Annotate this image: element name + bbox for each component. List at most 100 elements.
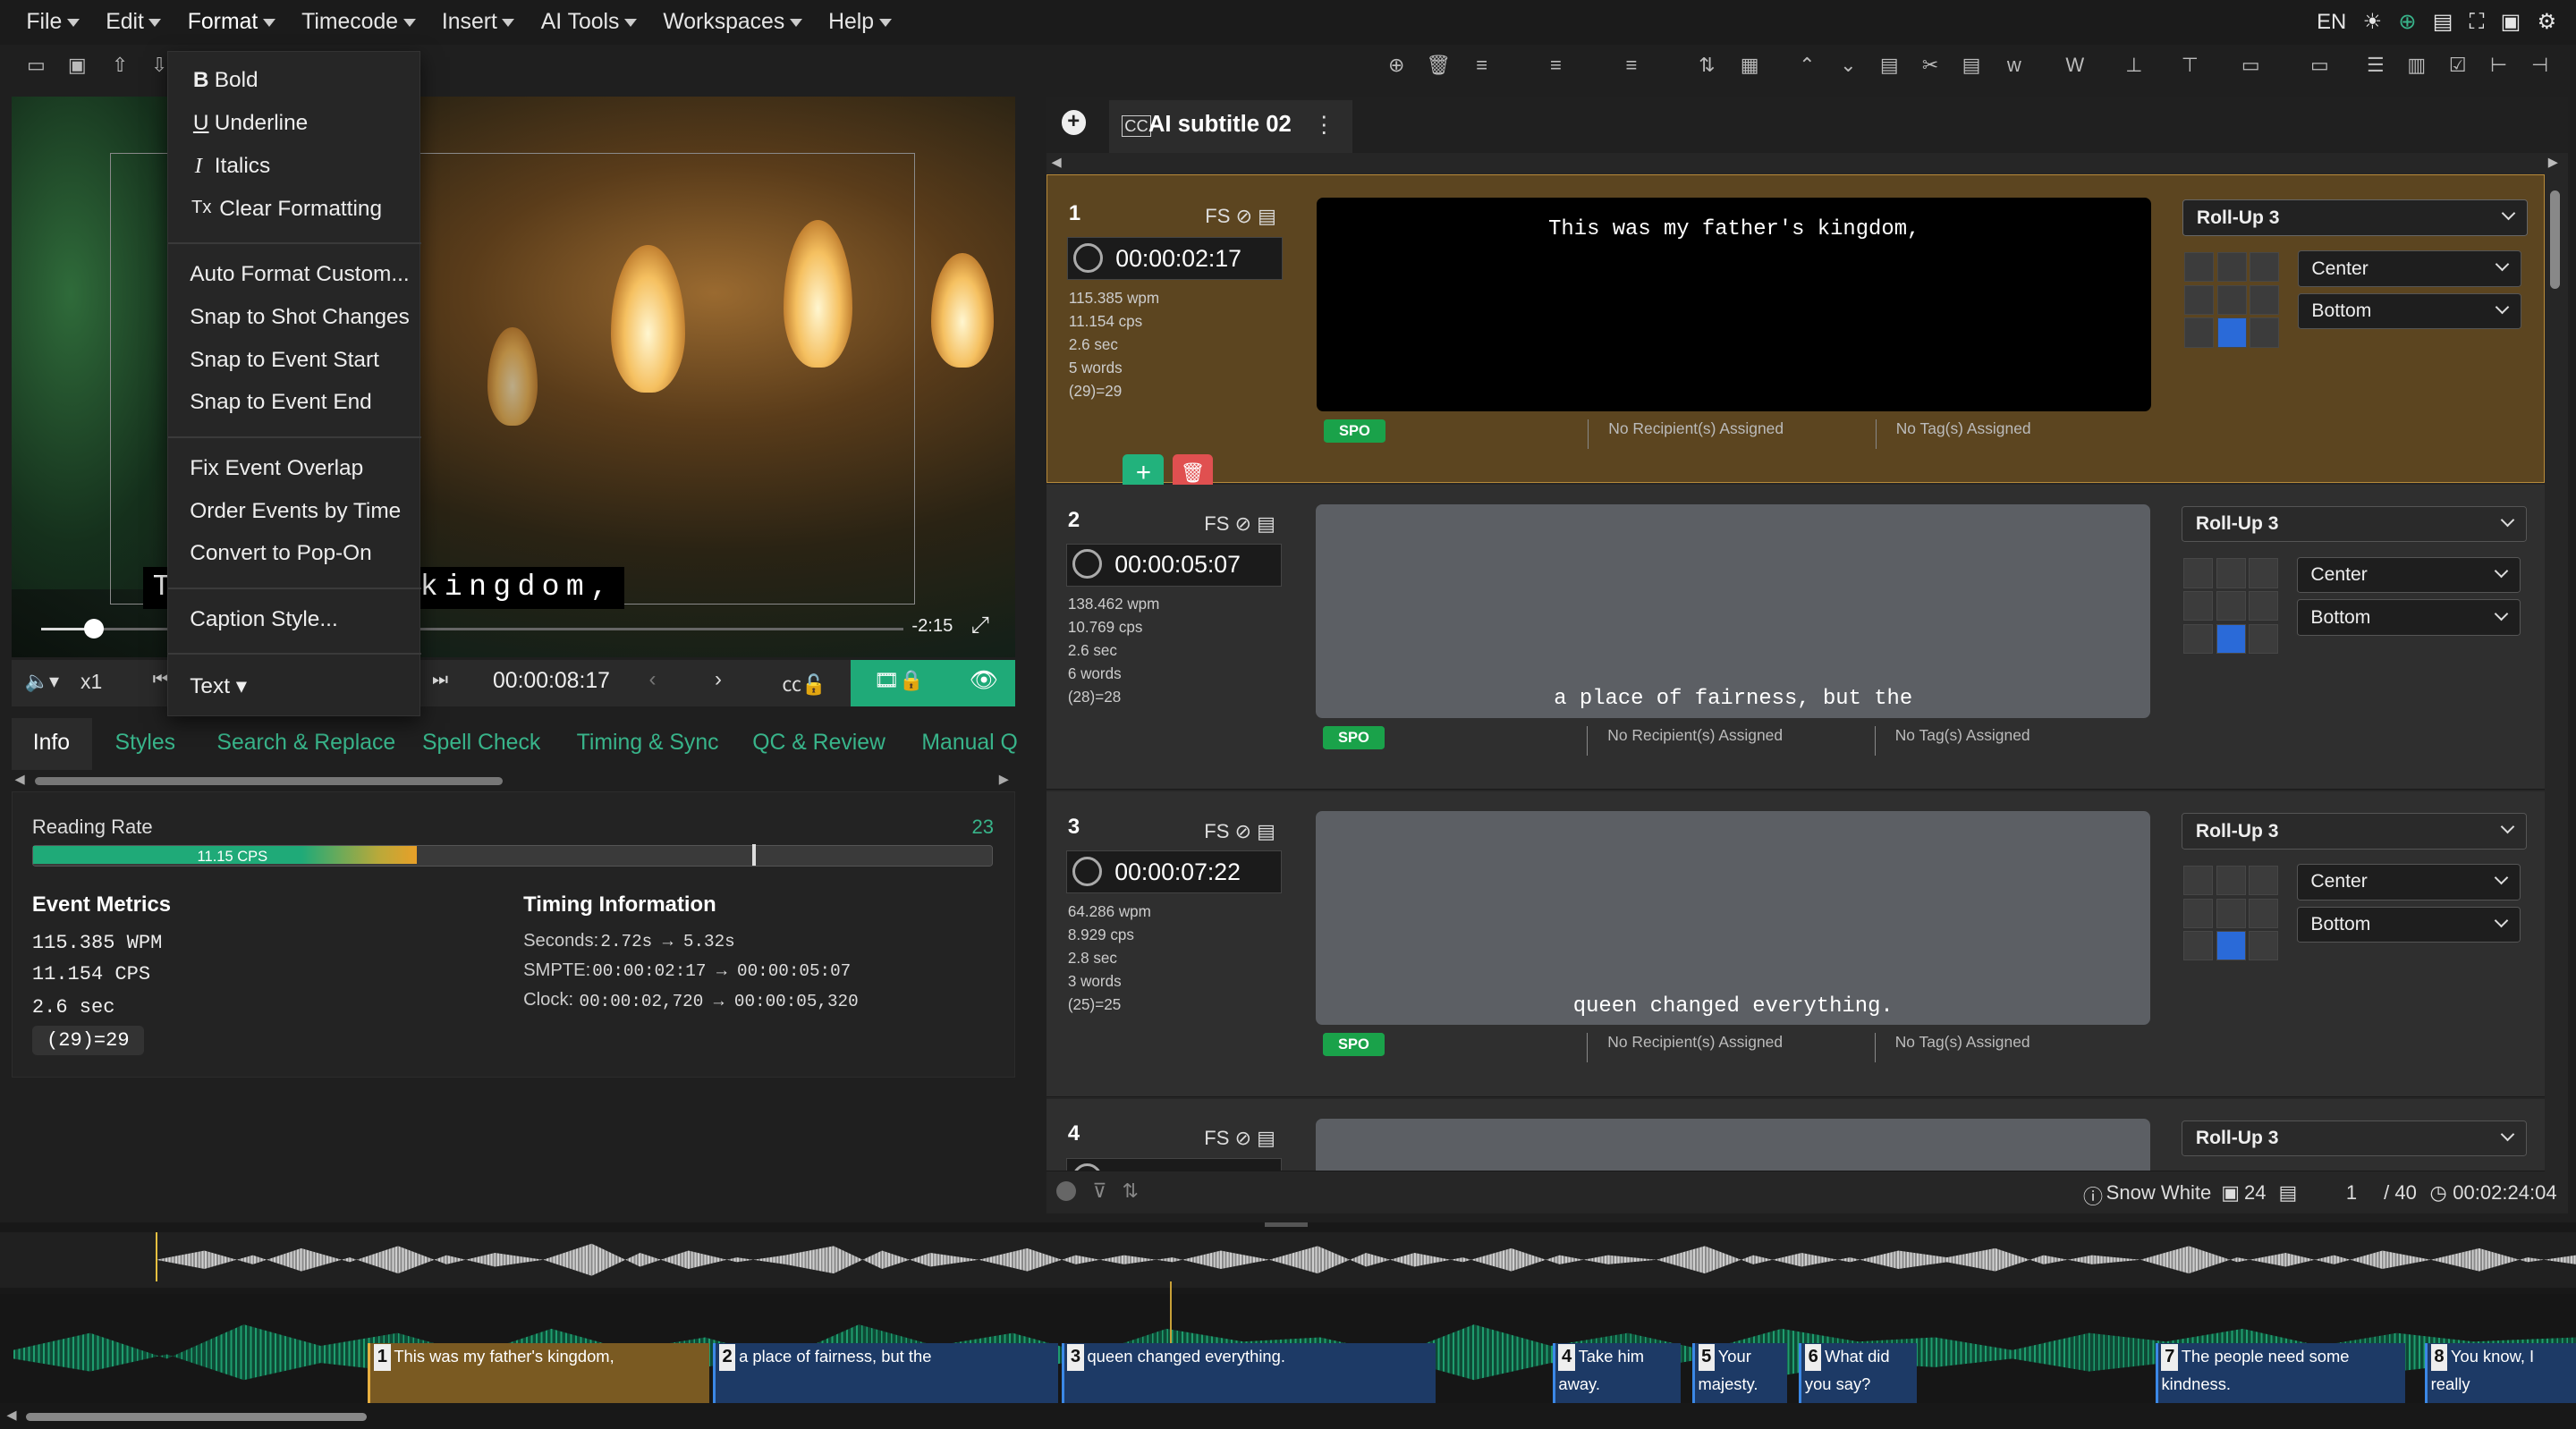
tab-info[interactable]: Info	[33, 731, 70, 756]
spo-badge[interactable]: SPO	[1322, 1033, 1385, 1056]
align-left-icon[interactable]: ≡	[1470, 54, 1494, 76]
caption-editor[interactable]: a place of fairness, but the	[1316, 503, 2151, 718]
scissors-icon[interactable]: ✂	[1919, 54, 1942, 76]
tab-menu-icon[interactable]: ⋮	[1313, 112, 1336, 139]
skip-back-icon[interactable]: ⏮	[153, 670, 169, 690]
theme-icon[interactable]: ☀	[2363, 9, 2382, 35]
save-icon[interactable]: ▣	[65, 54, 89, 76]
open-folder-icon[interactable]: ▭	[25, 54, 48, 76]
style-select[interactable]: Roll-Up 3	[2182, 813, 2527, 850]
film-lock-icon[interactable]: 🎞🔒	[874, 669, 923, 692]
menu-item-order-events[interactable]: Order Events by Time	[190, 499, 401, 524]
frame-icon[interactable]: ▭	[2239, 54, 2262, 76]
position-grid[interactable]	[2183, 865, 2279, 961]
timeline-segment-3[interactable]: 3 queen changed everything.	[1061, 1343, 1436, 1403]
align-start-icon[interactable]: ⊢	[2487, 54, 2511, 76]
add-tab-icon[interactable]: +	[1061, 110, 1087, 135]
event-row-4[interactable]: 4 FS ⊘ ▤ Roll-Up 3	[1046, 1098, 2546, 1171]
align-right-icon[interactable]: ≡	[1620, 54, 1643, 76]
eye-icon[interactable]: 👁	[970, 667, 999, 694]
menu-item-bold[interactable]: Bold	[215, 68, 258, 93]
event-timecode[interactable]: 00:00:07:22	[1066, 850, 1282, 894]
event-timecode[interactable]: 00:00:05:07	[1066, 543, 1282, 587]
word-down-icon[interactable]: W	[2063, 54, 2087, 76]
playhead[interactable]	[156, 1231, 158, 1281]
add-circle-icon[interactable]: ⊕	[1385, 54, 1408, 76]
spo-badge[interactable]: SPO	[1322, 725, 1385, 749]
timeline-segment-7[interactable]: 7 The people need some kindness.	[2155, 1343, 2405, 1403]
timeline-segment-2[interactable]: 2a place of fairness, but the	[713, 1343, 1058, 1403]
event-row-3[interactable]: 3 FS ⊘ ▤ 00:00:07:22 64.286 wpm 8.929 cps…	[1046, 791, 2546, 1097]
menu-item-snap-start[interactable]: Snap to Event Start	[190, 348, 379, 373]
menu-item-auto-format[interactable]: Auto Format Custom...	[190, 262, 410, 287]
menu-item-text[interactable]: Text ▾	[190, 672, 247, 699]
paste-icon[interactable]: ▤	[1877, 54, 1901, 76]
sort-icon[interactable]: ⇅	[1696, 54, 1719, 76]
fullscreen-icon[interactable]: ⛶	[2470, 10, 2485, 35]
word-up-icon[interactable]: w	[2003, 54, 2026, 76]
tab-manual-q[interactable]: Manual Q	[921, 731, 1017, 756]
menu-timecode[interactable]: Timecode	[301, 10, 415, 35]
timeline-scrollbar[interactable]: ◀	[6, 1408, 2569, 1424]
caption-editor[interactable]: queen changed everything.	[1316, 811, 2151, 1026]
filter-icon[interactable]: ⊽	[1092, 1180, 1106, 1203]
event-row-2[interactable]: 2 FS ⊘ ▤ 00:00:05:07 138.462 wpm 10.769 c…	[1046, 484, 2546, 791]
tab-search-replace[interactable]: Search & Replace	[216, 731, 395, 756]
scroll-right-icon[interactable]: ▶	[2548, 155, 2558, 170]
menu-insert[interactable]: Insert	[442, 10, 514, 35]
text-up-icon[interactable]: ⊥	[2123, 54, 2146, 76]
timeline-segment-1[interactable]: 1 This was my father's kingdom,	[368, 1343, 710, 1403]
tab-styles[interactable]: Styles	[115, 731, 175, 756]
position-select[interactable]: Bottom	[2296, 599, 2521, 636]
subtitle-tab[interactable]: CC AI subtitle 02 ⋮	[1108, 100, 1352, 153]
menu-item-snap-shot[interactable]: Snap to Shot Changes	[190, 305, 410, 330]
upload-icon[interactable]: ⇧	[108, 54, 131, 76]
menu-item-snap-end[interactable]: Snap to Event End	[190, 390, 372, 415]
align-select[interactable]: Center	[2297, 250, 2521, 287]
position-grid[interactable]	[2184, 252, 2280, 348]
language-select[interactable]: EN	[2317, 10, 2346, 35]
columns-icon[interactable]: ▥	[2405, 54, 2428, 76]
align-center-icon[interactable]: ≡	[1545, 54, 1568, 76]
checkbox-icon[interactable]: ☑	[2446, 54, 2470, 76]
menu-item-underline[interactable]: Underline	[215, 111, 308, 136]
layout-icon[interactable]: ▤	[2433, 9, 2453, 35]
menu-format[interactable]: Format	[188, 10, 275, 35]
event-row-1[interactable]: 1 FS ⊘ ▤ 00:00:02:17 115.385 wpm 11.154 c…	[1046, 173, 2546, 494]
style-select[interactable]: Roll-Up 3	[2182, 505, 2527, 543]
menu-item-convert-popon[interactable]: Convert to Pop-On	[190, 541, 372, 566]
timeline-resize-handle[interactable]	[1265, 1222, 1309, 1228]
caption-editor[interactable]	[1316, 1118, 2151, 1171]
event-timecode[interactable]	[1066, 1157, 1282, 1171]
resize-icon[interactable]: ▭	[2309, 54, 2332, 76]
tab-spell-check[interactable]: Spell Check	[422, 731, 540, 756]
style-select[interactable]: Roll-Up 3	[2182, 1120, 2527, 1157]
speed-select[interactable]: x1	[80, 670, 102, 694]
menu-workspaces[interactable]: Workspaces	[663, 10, 801, 35]
menu-item-clear-formatting[interactable]: Clear Formatting	[219, 197, 382, 222]
align-select[interactable]: Center	[2296, 556, 2521, 594]
cc-lock-icon[interactable]: ㏄🔓	[782, 669, 826, 698]
expand-icon[interactable]: ⤢	[970, 613, 989, 639]
menu-file[interactable]: File	[26, 10, 79, 35]
record-icon[interactable]	[1056, 1180, 1077, 1201]
prev-frame-icon[interactable]: ‹	[648, 667, 656, 692]
chevron-down-icon[interactable]: ⌄	[1836, 54, 1860, 76]
position-select[interactable]: Bottom	[2296, 906, 2521, 943]
timeline-segment-4[interactable]: 4 Take him away.	[1552, 1343, 1681, 1403]
event-timecode[interactable]: 00:00:02:17	[1067, 237, 1283, 281]
menu-ai-tools[interactable]: AI Tools	[541, 10, 637, 35]
table-icon[interactable]: ▦	[1738, 54, 1761, 76]
video-player[interactable]: T father's kingdom, -2:15 ⤢	[11, 97, 1016, 657]
tab-timing-sync[interactable]: Timing & Sync	[577, 731, 719, 756]
skip-forward-icon[interactable]: ⏭	[432, 670, 448, 690]
position-select[interactable]: Bottom	[2297, 292, 2521, 330]
timeline-segment-5[interactable]: 5 Your majesty.	[1691, 1343, 1788, 1403]
sort-status-icon[interactable]: ⇅	[1122, 1180, 1138, 1203]
clipboard-check-icon[interactable]: ▤	[1960, 54, 1983, 76]
caption-editor[interactable]: This was my father's kingdom,	[1317, 198, 2152, 412]
position-grid[interactable]	[2183, 558, 2279, 654]
events-scrollbar[interactable]	[2546, 174, 2563, 1170]
volume-icon[interactable]: 🔈▾	[25, 670, 60, 693]
sync-icon[interactable]: ⊕	[2398, 9, 2416, 35]
